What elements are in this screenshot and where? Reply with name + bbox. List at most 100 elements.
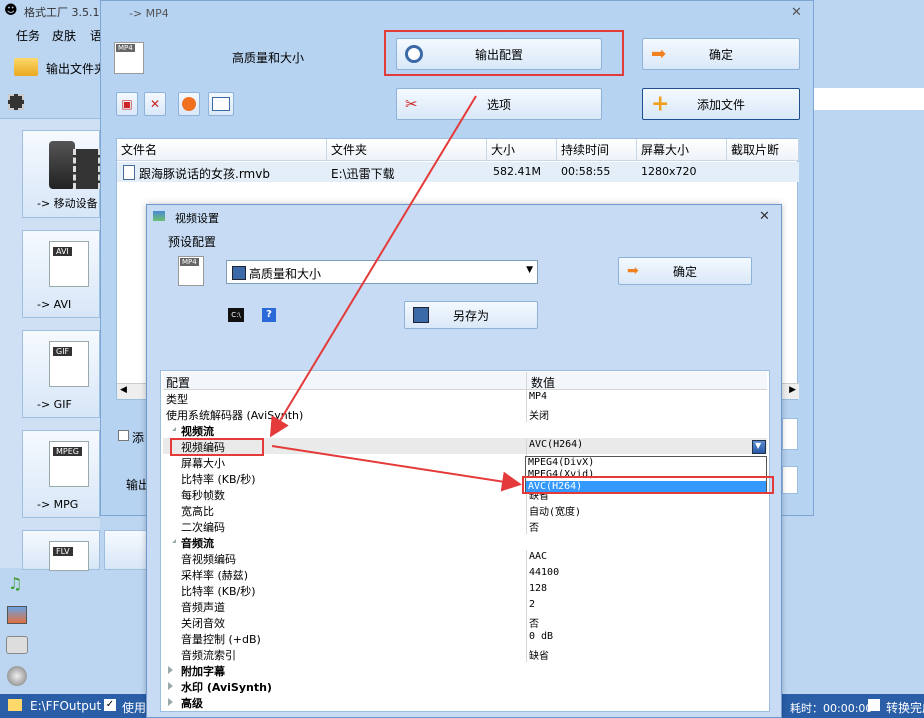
output-folder-button[interactable]: 输出文件夹 bbox=[12, 54, 106, 80]
property-row[interactable]: 类型 MP4 bbox=[163, 390, 767, 406]
codec-dropdown-button[interactable]: ▼ bbox=[752, 440, 766, 454]
expand-icon[interactable] bbox=[168, 666, 173, 674]
property-key: 比特率 (KB/秒) bbox=[181, 473, 256, 486]
file-list-header: 文件名 文件夹 大小 持续时间 屏幕大小 截取片断 bbox=[117, 139, 799, 161]
filmstrip-icon bbox=[73, 149, 101, 189]
property-row[interactable]: 音频声道 2 bbox=[163, 598, 767, 614]
property-section[interactable]: 音频流 bbox=[163, 534, 767, 550]
play-button[interactable] bbox=[178, 92, 200, 116]
property-grid-header: 配置 数值 bbox=[163, 372, 767, 390]
chevron-down-icon[interactable]: ▼ bbox=[526, 265, 533, 275]
menu-task[interactable]: 任务 bbox=[16, 27, 40, 44]
save-icon bbox=[413, 307, 429, 323]
property-row[interactable]: 采样率 (赫兹) 44100 bbox=[163, 566, 767, 582]
property-key: 附加字幕 bbox=[181, 665, 225, 678]
sidebar-item-label: -> MPG bbox=[37, 498, 79, 511]
video-ok-button[interactable]: ➡ 确定 bbox=[618, 257, 752, 285]
property-key: 音视频编码 bbox=[181, 553, 236, 566]
scissors-icon: ✂ bbox=[405, 95, 418, 113]
picture-category-icon[interactable] bbox=[7, 606, 27, 624]
col-duration[interactable]: 持续时间 bbox=[557, 139, 637, 161]
expand-icon[interactable] bbox=[168, 698, 173, 706]
property-key: 水印 (AviSynth) bbox=[181, 681, 272, 694]
property-row[interactable]: 使用系统解码器 (AviSynth) 关闭 bbox=[163, 406, 767, 422]
col-filename[interactable]: 文件名 bbox=[117, 139, 327, 161]
flv-file-icon: FLV bbox=[49, 541, 89, 571]
property-value: AVC(H264) bbox=[529, 439, 584, 450]
sidebar-item-avi[interactable]: AVI -> AVI bbox=[22, 230, 100, 318]
codec-option-selected[interactable]: AVC(H264) bbox=[526, 481, 766, 493]
cmd-icon[interactable]: C:\ bbox=[228, 308, 244, 322]
property-key: 关闭音效 bbox=[181, 617, 225, 630]
property-section[interactable]: 高级 bbox=[163, 694, 767, 710]
codec-option[interactable]: MPEG4(Xvid) bbox=[528, 469, 594, 480]
output-folder-label: 输出文件夹 bbox=[46, 62, 107, 76]
output-config-button[interactable]: 输出配置 bbox=[396, 38, 602, 70]
add-checkbox[interactable] bbox=[118, 430, 129, 441]
col-size[interactable]: 大小 bbox=[487, 139, 557, 161]
expand-icon[interactable] bbox=[168, 682, 173, 690]
header-key: 配置 bbox=[166, 376, 191, 390]
collapse-icon[interactable] bbox=[168, 539, 176, 543]
after-convert-checkbox[interactable] bbox=[868, 699, 880, 711]
property-value: 0 dB bbox=[529, 631, 554, 642]
scroll-right-icon[interactable]: ▶ bbox=[789, 385, 796, 395]
clear-list-button[interactable]: ✕ bbox=[144, 92, 166, 116]
property-section[interactable]: 水印 (AviSynth) bbox=[163, 678, 767, 694]
property-section[interactable]: 附加字幕 bbox=[163, 662, 767, 678]
property-row[interactable]: 二次编码 否 bbox=[163, 518, 767, 534]
save-as-button[interactable]: 另存为 bbox=[404, 301, 538, 329]
property-row[interactable]: 视频编码 AVC(H264) bbox=[163, 438, 767, 454]
table-row[interactable]: 跟海豚说话的女孩.rmvb E:\迅雷下载 582.41M 00:58:55 1… bbox=[117, 162, 799, 182]
right-field-2 bbox=[782, 466, 798, 494]
sidebar-item-label: -> GIF bbox=[37, 398, 72, 411]
options-button[interactable]: ✂ 选项 bbox=[396, 88, 602, 120]
audio-category-icon[interactable]: ♫ bbox=[8, 574, 26, 594]
sidebar-item-flv[interactable]: FLV bbox=[22, 530, 100, 571]
sidebar-item-mpg[interactable]: MPEG -> MPG bbox=[22, 430, 100, 518]
col-clip[interactable]: 截取片断 bbox=[727, 139, 799, 161]
property-section[interactable]: 视频流 bbox=[163, 422, 767, 438]
property-key: 采样率 (赫兹) bbox=[181, 569, 249, 582]
property-row[interactable]: 比特率 (KB/秒) 128 bbox=[163, 582, 767, 598]
sidebar-item-next[interactable] bbox=[104, 530, 148, 570]
output-path: E:\FFOutput bbox=[30, 699, 102, 713]
mp4-dialog-title: -> MP4 bbox=[129, 7, 169, 20]
right-field-1 bbox=[782, 418, 798, 450]
add-file-button[interactable]: + 添加文件 bbox=[642, 88, 800, 120]
sidebar-item-gif[interactable]: GIF -> GIF bbox=[22, 330, 100, 418]
property-key: 比特率 (KB/秒) bbox=[181, 585, 256, 598]
property-key: 二次编码 bbox=[181, 521, 225, 534]
sidebar-item-mobile[interactable]: -> 移动设备 bbox=[22, 130, 101, 218]
play-icon bbox=[182, 97, 196, 111]
menu-skin[interactable]: 皮肤 bbox=[52, 27, 76, 44]
property-row[interactable]: 音视频编码 AAC bbox=[163, 550, 767, 566]
collapse-icon[interactable] bbox=[168, 427, 176, 431]
info-button[interactable] bbox=[208, 92, 234, 116]
tools-category-icon[interactable] bbox=[7, 666, 27, 686]
file-name: 跟海豚说话的女孩.rmvb bbox=[139, 167, 270, 181]
col-screen[interactable]: 屏幕大小 bbox=[637, 139, 727, 161]
remove-file-button[interactable]: ▣ bbox=[116, 92, 138, 116]
property-row[interactable]: 关闭音效 否 bbox=[163, 614, 767, 630]
file-folder: E:\迅雷下载 bbox=[331, 167, 395, 181]
scroll-left-icon[interactable]: ◀ bbox=[120, 385, 127, 395]
property-row[interactable]: 音量控制 (+dB) 0 dB bbox=[163, 630, 767, 646]
preset-select[interactable]: 高质量和大小 ▼ bbox=[226, 260, 538, 284]
property-row[interactable]: 宽高比 自动(宽度) bbox=[163, 502, 767, 518]
property-value: 128 bbox=[529, 583, 548, 594]
sidebar-item-label: -> AVI bbox=[37, 298, 72, 311]
property-row[interactable]: 音频流索引 缺省 bbox=[163, 646, 767, 662]
codec-option[interactable]: MPEG4(DivX) bbox=[528, 457, 594, 468]
ok-button[interactable]: ➡ 确定 bbox=[642, 38, 800, 70]
property-value: 缺省 bbox=[529, 651, 549, 662]
help-icon[interactable]: ? bbox=[262, 308, 276, 322]
mp4-preset-icon: MP4 bbox=[178, 256, 204, 286]
col-folder[interactable]: 文件夹 bbox=[327, 139, 487, 161]
close-icon[interactable]: ✕ bbox=[791, 5, 802, 20]
close-icon[interactable]: ✕ bbox=[759, 209, 770, 224]
preset-config-label: 预设配置 bbox=[168, 235, 217, 249]
rom-category-icon[interactable] bbox=[6, 636, 28, 654]
use-checkbox[interactable]: ✓ bbox=[104, 699, 116, 711]
arrow-right-icon: ➡ bbox=[627, 263, 639, 279]
